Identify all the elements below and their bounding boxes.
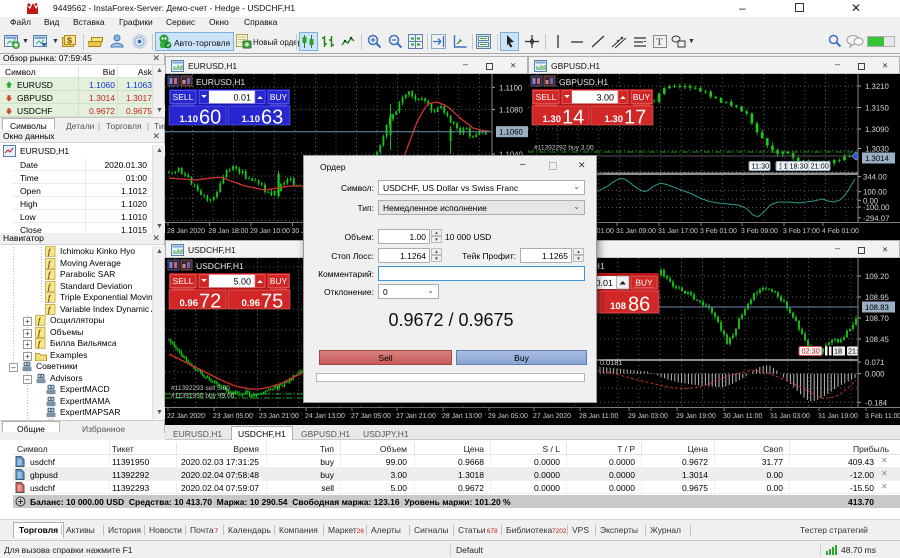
svg-text:1.1060: 1.1060: [499, 128, 524, 137]
svg-text:29 Jan 05:00: 29 Jan 05:00: [488, 413, 528, 420]
svg-text:27 Jan 21:00: 27 Jan 21:00: [396, 413, 436, 420]
svg-text:-100.00: -100.00: [863, 203, 890, 212]
svg-text:1.10: 1.10: [180, 114, 199, 125]
svg-text:SELL: SELL: [173, 92, 194, 102]
svg-text:60: 60: [199, 107, 221, 129]
svg-text:21:00: 21:00: [811, 162, 829, 171]
svg-text:0.01: 0.01: [595, 278, 613, 288]
svg-text:SELL: SELL: [536, 92, 557, 102]
svg-text:28 Jan 18:00: 28 Jan 18:00: [209, 228, 249, 235]
svg-text:108: 108: [610, 301, 626, 312]
svg-text:02:30: 02:30: [802, 347, 820, 356]
svg-text:108.70: 108.70: [865, 314, 890, 323]
svg-text:86: 86: [628, 294, 650, 316]
svg-text:1.1080: 1.1080: [499, 106, 524, 115]
svg-text:0.96: 0.96: [242, 298, 261, 309]
svg-text:29 Jan 19:00: 29 Jan 19:00: [676, 413, 716, 420]
svg-text:1.30: 1.30: [605, 114, 624, 125]
svg-text:63: 63: [261, 107, 283, 129]
svg-text:-0.184: -0.184: [865, 398, 888, 407]
svg-text:108.95: 108.95: [865, 293, 890, 302]
svg-text:USDCHF,H1: USDCHF,H1: [196, 261, 244, 271]
svg-text:-294.07: -294.07: [863, 214, 889, 223]
svg-text:23 Jan 21:00: 23 Jan 21:00: [259, 413, 299, 420]
svg-text:11:30: 11:30: [752, 162, 770, 171]
svg-text:27 Jan 05:00: 27 Jan 05:00: [351, 413, 391, 420]
svg-text:72: 72: [199, 291, 221, 313]
svg-text:3 Feb 09:00: 3 Feb 09:00: [741, 228, 778, 235]
svg-text:GBPUSD,H1: GBPUSD,H1: [559, 77, 608, 87]
svg-text:BUY: BUY: [635, 278, 653, 288]
svg-text:#11391950 buy 99.00: #11391950 buy 99.00: [171, 393, 235, 400]
svg-text:28 Jan 2020: 28 Jan 2020: [167, 228, 205, 235]
svg-text:3 Feb 11:00: 3 Feb 11:00: [865, 413, 900, 420]
svg-text:BUY: BUY: [270, 276, 288, 286]
svg-text:1.3210: 1.3210: [865, 82, 890, 91]
svg-text:BUY: BUY: [270, 92, 288, 102]
svg-text:0.96: 0.96: [180, 298, 199, 309]
svg-text:22 Jan 2020: 22 Jan 2020: [167, 413, 205, 420]
svg-text:21:: 21:: [848, 347, 858, 356]
svg-text:75: 75: [261, 291, 283, 313]
svg-text:31 Jan 09:00: 31 Jan 09:00: [616, 228, 656, 235]
svg-text:29 Jan 10:00: 29 Jan 10:00: [250, 228, 290, 235]
svg-text:5.00: 5.00: [233, 277, 251, 287]
svg-text:4 Feb 01:00: 4 Feb 01:00: [822, 228, 859, 235]
svg-text:29 Jan 03:00: 29 Jan 03:00: [628, 413, 668, 420]
svg-text:17: 17: [624, 107, 646, 129]
svg-text:0.000: 0.000: [865, 370, 885, 379]
svg-text:#11392293 sell 5.00: #11392293 sell 5.00: [171, 385, 230, 392]
svg-text:31 Jan 03:00: 31 Jan 03:00: [770, 413, 810, 420]
svg-text:1.3030: 1.3030: [865, 145, 890, 154]
svg-text:344.00: 344.00: [863, 173, 888, 182]
svg-text:108.45: 108.45: [865, 335, 890, 344]
svg-text:109.20: 109.20: [865, 272, 890, 281]
svg-text:SELL: SELL: [173, 276, 194, 286]
svg-text:108.83: 108.83: [865, 303, 889, 312]
svg-text:1.3150: 1.3150: [865, 104, 890, 113]
svg-text:27 Jan 2020: 27 Jan 2020: [533, 413, 571, 420]
svg-text:0.071: 0.071: [865, 358, 885, 367]
svg-text:3 Feb 01:00: 3 Feb 01:00: [700, 228, 737, 235]
svg-text:1.1100: 1.1100: [499, 83, 523, 92]
svg-text:18:30: 18:30: [790, 162, 808, 171]
svg-text:31 Jan 19:00: 31 Jan 19:00: [818, 413, 858, 420]
svg-text:3.00: 3.00: [596, 93, 614, 103]
svg-text:30 Jan 11:00: 30 Jan 11:00: [723, 413, 763, 420]
svg-text:1.30: 1.30: [543, 114, 562, 125]
svg-text:$: $: [67, 36, 72, 46]
svg-text:0.01: 0.01: [233, 93, 251, 103]
svg-text:1.10: 1.10: [242, 114, 261, 125]
svg-text:31 Jan 17:00: 31 Jan 17:00: [658, 228, 698, 235]
svg-text:#11392292 buy 3.00: #11392292 buy 3.00: [534, 145, 594, 152]
svg-text:28 Jan 11:00: 28 Jan 11:00: [579, 413, 619, 420]
svg-text:0.0181: 0.0181: [600, 358, 622, 367]
svg-text:14: 14: [562, 107, 584, 129]
svg-text:T: T: [656, 37, 662, 48]
svg-text:18: 18: [834, 347, 842, 356]
svg-text:23 Jan 05:00: 23 Jan 05:00: [213, 413, 253, 420]
svg-text:BUY: BUY: [633, 92, 651, 102]
svg-text:24 Jan 13:00: 24 Jan 13:00: [305, 413, 345, 420]
svg-text:1.3014: 1.3014: [865, 154, 890, 163]
svg-text:3 Feb 17:00: 3 Feb 17:00: [783, 228, 820, 235]
svg-text:28 Jan 13:00: 28 Jan 13:00: [442, 413, 482, 420]
svg-text:1.3090: 1.3090: [865, 125, 890, 134]
svg-text:EURUSD,H1: EURUSD,H1: [196, 77, 245, 87]
